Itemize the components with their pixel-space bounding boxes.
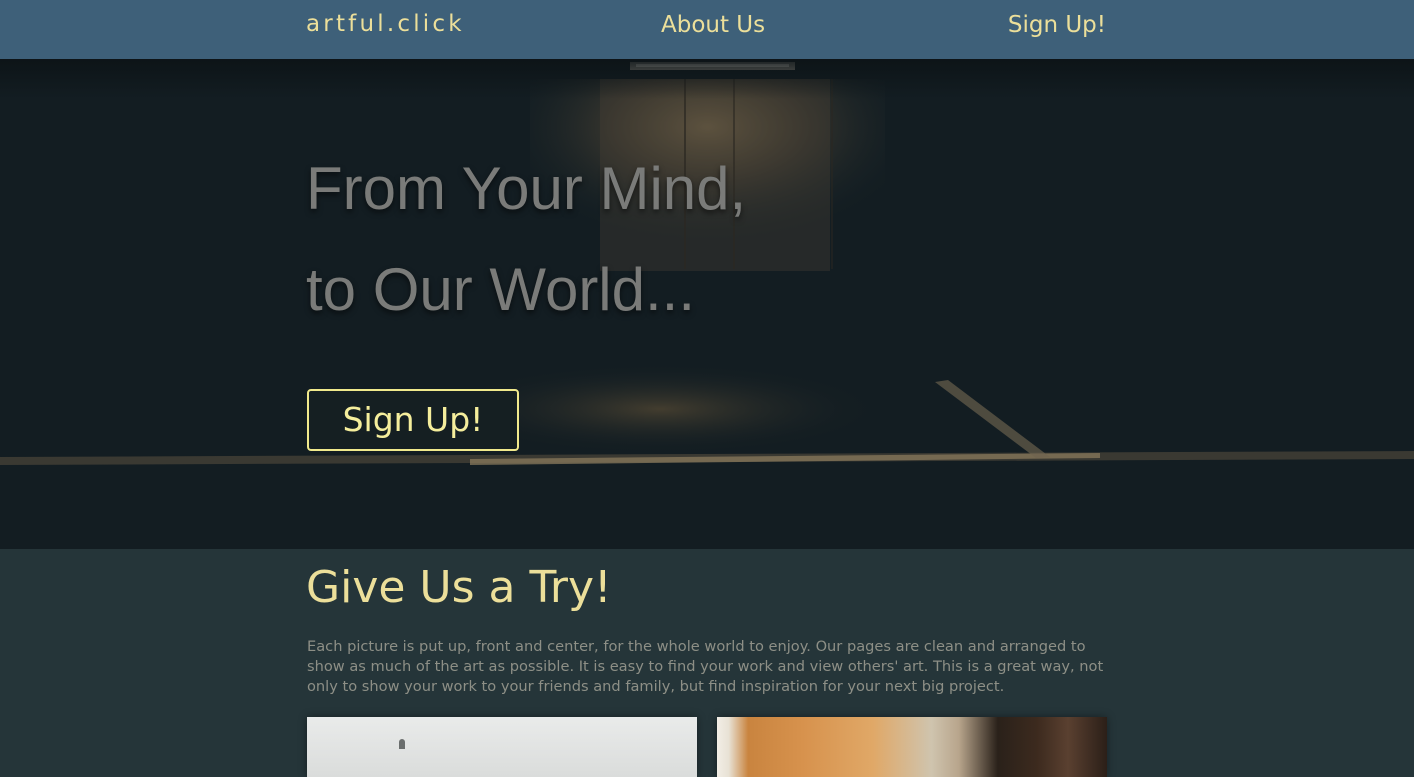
hero-banner: From Your Mind, to Our World... Sign Up! xyxy=(0,59,1414,549)
nav-sign-up-link[interactable]: Sign Up! xyxy=(1008,12,1106,38)
section-heading: Give Us a Try! xyxy=(306,562,612,613)
hero-sign-up-button[interactable]: Sign Up! xyxy=(307,389,519,451)
hero-headline-line-1: From Your Mind, xyxy=(306,155,747,222)
top-navbar: artful.click About Us Sign Up! xyxy=(0,0,1414,59)
gallery-image-card[interactable] xyxy=(717,717,1107,777)
intro-section: Give Us a Try! Each picture is put up, f… xyxy=(0,549,1414,777)
nav-about-us-link[interactable]: About Us xyxy=(661,12,765,38)
hero-background-image xyxy=(0,59,1414,549)
hero-headline-line-2: to Our World... xyxy=(306,256,696,323)
tree-silhouette xyxy=(399,739,405,749)
brand-logo-link[interactable]: artful.click xyxy=(306,11,465,37)
section-description: Each picture is put up, front and center… xyxy=(307,638,1104,695)
gallery-image-card[interactable] xyxy=(307,717,697,777)
